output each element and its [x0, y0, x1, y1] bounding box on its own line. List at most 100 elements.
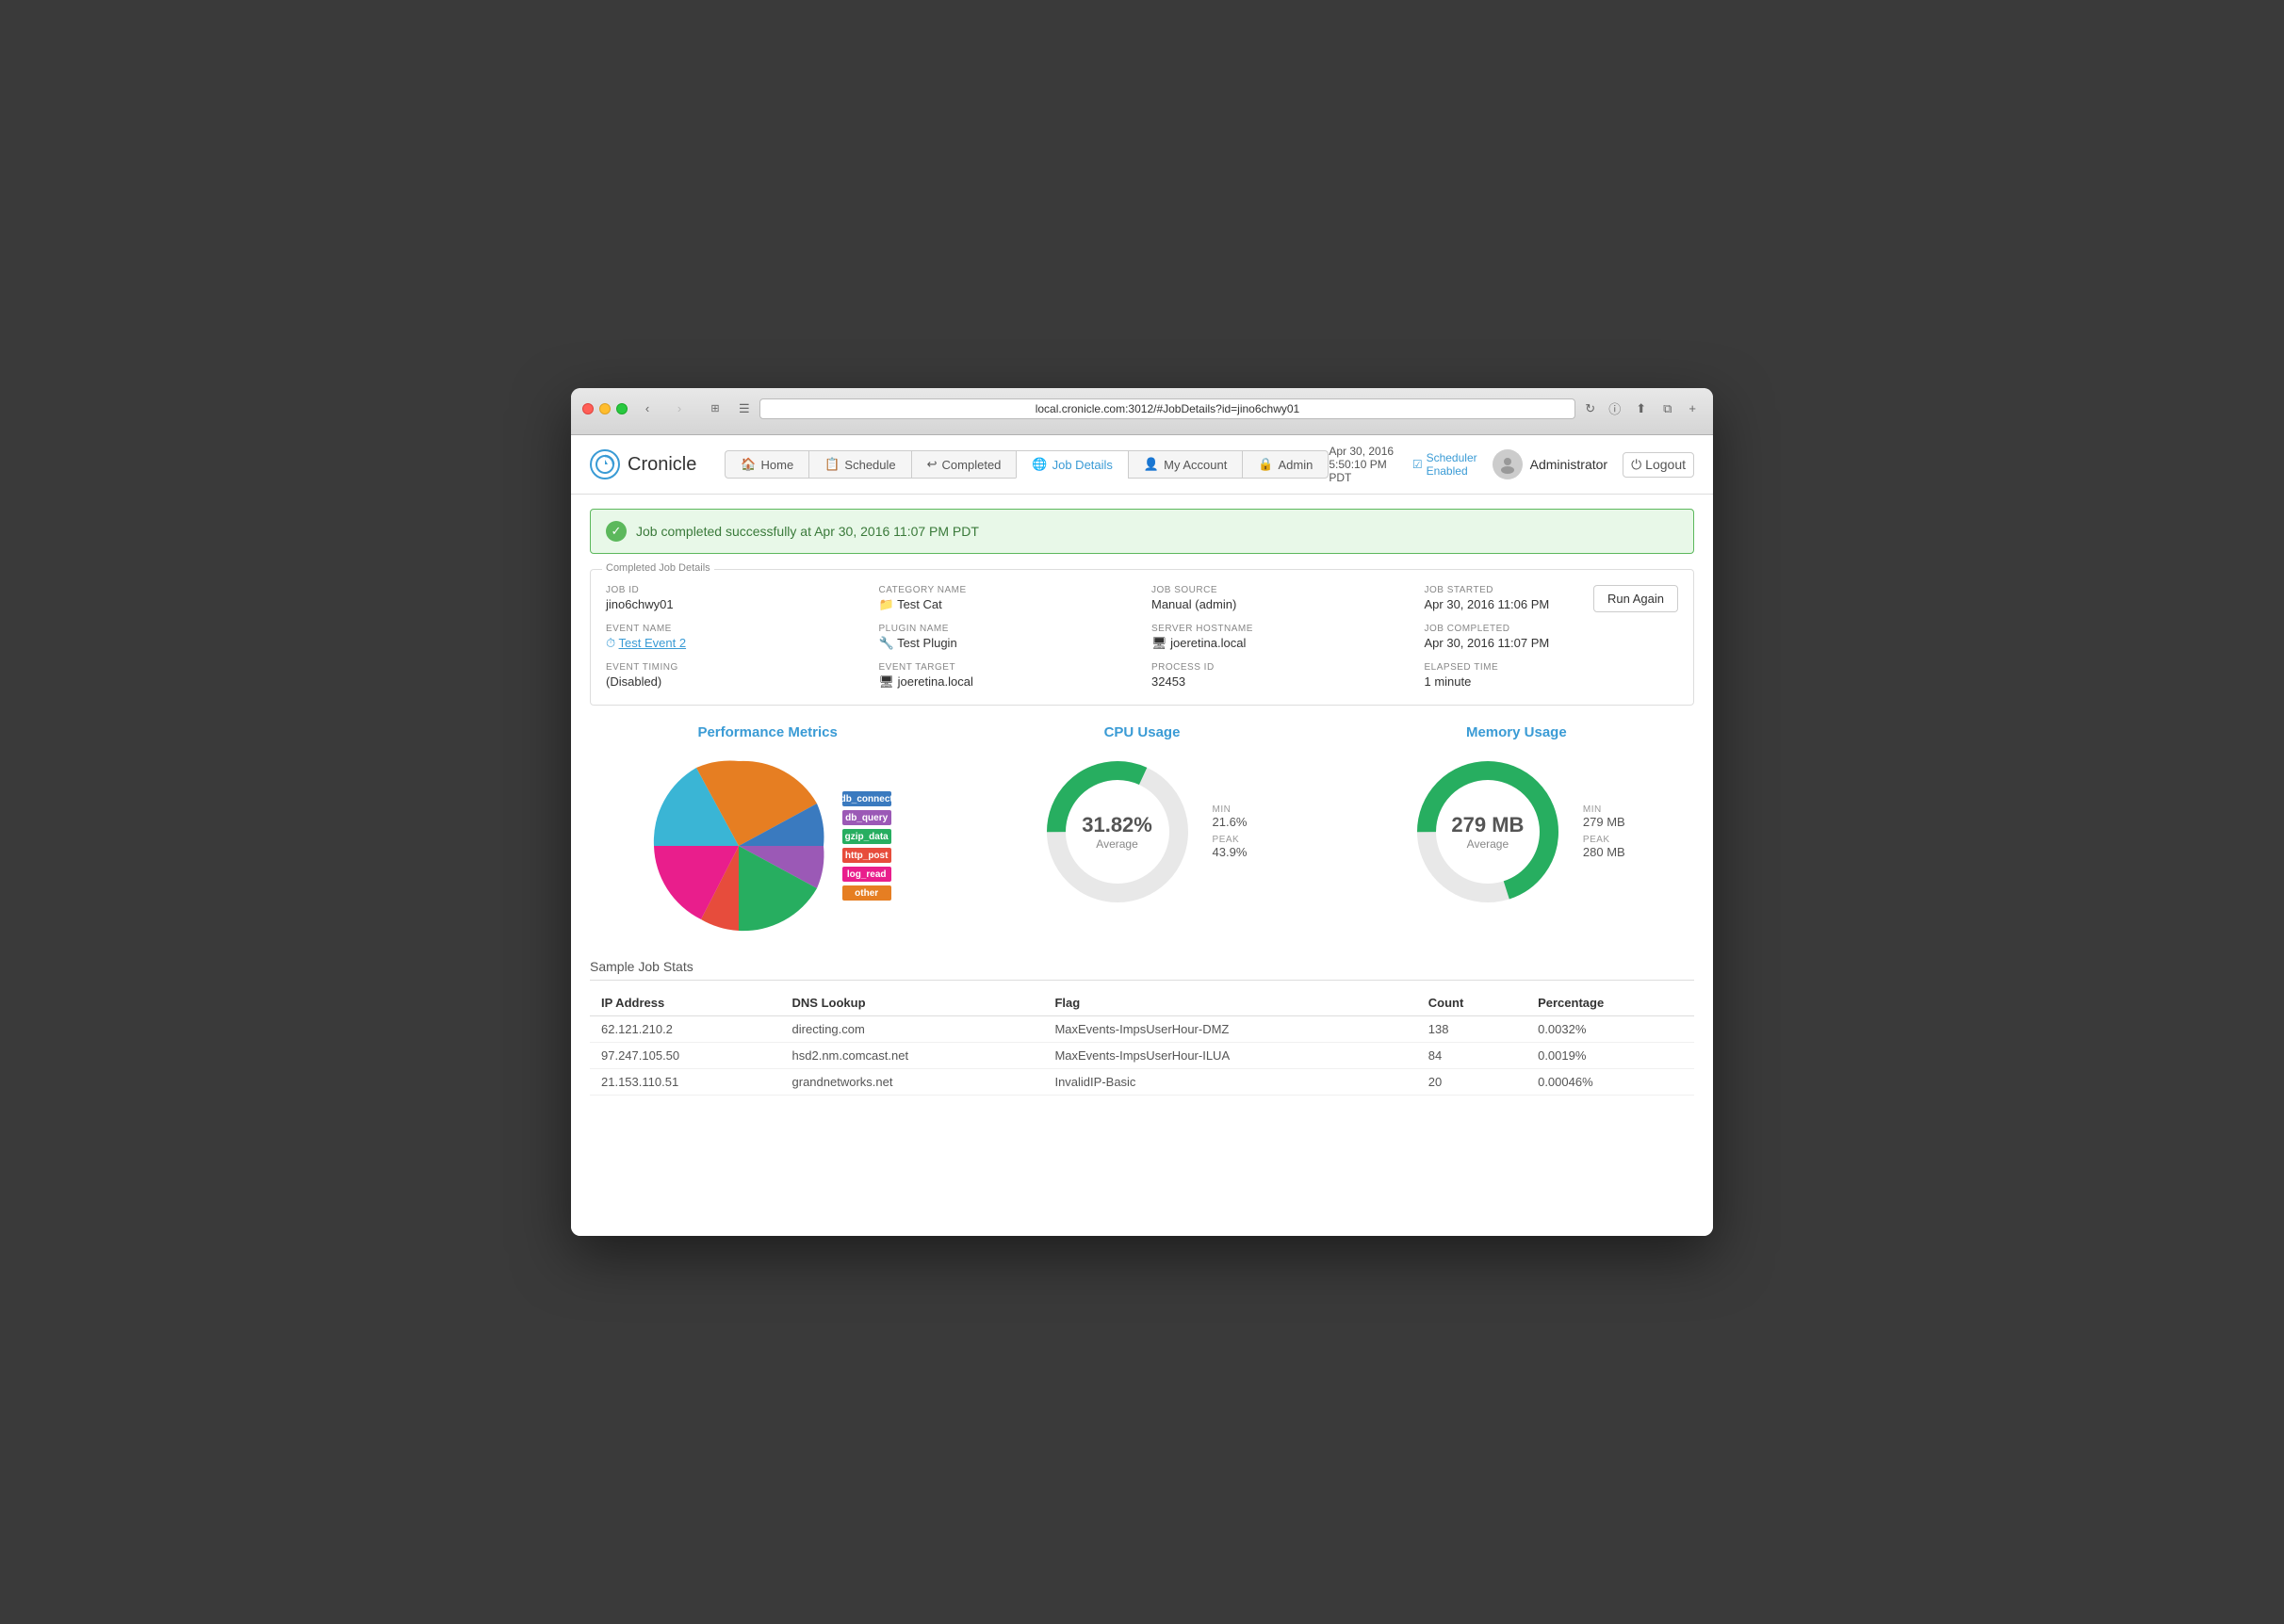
field-event-name: EVENT NAME ⏱ Test Event 2	[606, 624, 860, 651]
legend-log-read: log_read	[842, 867, 891, 882]
maximize-button[interactable]	[616, 403, 628, 414]
cell-dns: hsd2.nm.comcast.net	[781, 1043, 1044, 1069]
field-event-target: EVENT TARGET 🖥 joeretina.local	[879, 662, 1134, 690]
my-account-icon: 👤	[1144, 457, 1159, 472]
logo: Cronicle	[590, 449, 696, 479]
browser-chrome: ‹ › ⊞ ☰ local.cronicle.com:3012/#JobDeta…	[571, 388, 1713, 435]
col-flag: Flag	[1043, 990, 1416, 1016]
nav-tabs: 🏠 Home 📋 Schedule ↩ Completed 🌐 Job Deta…	[725, 450, 1329, 479]
field-job-completed: JOB COMPLETED Apr 30, 2016 11:07 PM	[1425, 624, 1679, 651]
tab-my-account[interactable]: 👤 My Account	[1128, 450, 1242, 479]
main-content: ✓ Job completed successfully at Apr 30, …	[571, 495, 1713, 1110]
job-details-title: Completed Job Details	[602, 562, 714, 574]
memory-usage-title: Memory Usage	[1466, 724, 1567, 740]
cpu-average-label: Average	[1082, 837, 1152, 851]
reload-button[interactable]: ☰	[735, 399, 754, 418]
cpu-average-value: 31.82%	[1082, 813, 1152, 837]
tab-completed[interactable]: ↩ Completed	[911, 450, 1017, 479]
new-window-button[interactable]: ⧉	[1657, 399, 1677, 418]
address-bar[interactable]: local.cronicle.com:3012/#JobDetails?id=j…	[759, 398, 1576, 419]
job-details-grid: JOB ID jino6chwy01 CATEGORY NAME 📁 Test …	[606, 585, 1678, 690]
legend-gzip-data: gzip_data	[842, 829, 891, 844]
cell-flag: MaxEvents-ImpsUserHour-ILUA	[1043, 1043, 1416, 1069]
pie-chart	[644, 752, 833, 940]
cell-count: 138	[1417, 1016, 1526, 1043]
username: Administrator	[1530, 457, 1607, 472]
home-icon: 🏠	[741, 457, 756, 472]
traffic-lights	[582, 403, 628, 414]
tab-schedule[interactable]: 📋 Schedule	[808, 450, 910, 479]
schedule-icon: 📋	[824, 457, 840, 472]
run-again-button[interactable]: Run Again	[1593, 585, 1678, 612]
event-name-link[interactable]: Test Event 2	[619, 636, 687, 650]
legend-db-query: db_query	[842, 810, 891, 825]
success-text: Job completed successfully at Apr 30, 20…	[636, 524, 979, 539]
cell-ip: 97.247.105.50	[590, 1043, 781, 1069]
tab-admin[interactable]: 🔒 Admin	[1242, 450, 1329, 479]
avatar	[1493, 449, 1523, 479]
cell-percentage: 0.00046%	[1526, 1069, 1694, 1096]
back-button[interactable]: ‹	[635, 400, 660, 417]
memory-average-label: Average	[1451, 837, 1524, 851]
share-button[interactable]: ⬆	[1630, 399, 1652, 418]
logo-text: Cronicle	[628, 454, 696, 476]
cell-percentage: 0.0032%	[1526, 1016, 1694, 1043]
completed-icon: ↩	[927, 457, 938, 472]
target-icon: 🖥	[879, 674, 898, 689]
stats-title: Sample Job Stats	[590, 959, 1694, 981]
field-elapsed-time: ELAPSED TIME 1 minute	[1425, 662, 1679, 690]
cpu-usage-title: CPU Usage	[1104, 724, 1181, 740]
col-percentage: Percentage	[1526, 990, 1694, 1016]
field-category-name: CATEGORY NAME 📁 Test Cat	[879, 585, 1134, 612]
field-plugin-name: PLUGIN NAME 🔧 Test Plugin	[879, 624, 1134, 651]
tab-view-button[interactable]: ⊞	[703, 400, 727, 417]
tab-job-details[interactable]: 🌐 Job Details	[1016, 450, 1128, 479]
logo-icon	[590, 449, 620, 479]
browser-window: ‹ › ⊞ ☰ local.cronicle.com:3012/#JobDeta…	[571, 388, 1713, 1236]
cell-flag: InvalidIP-Basic	[1043, 1069, 1416, 1096]
legend-db-connect: db_connect	[842, 791, 891, 806]
cell-dns: grandnetworks.net	[781, 1069, 1044, 1096]
field-event-timing: EVENT TIMING (Disabled)	[606, 662, 860, 690]
top-bar: Cronicle 🏠 Home 📋 Schedule ↩ Completed 🌐	[571, 435, 1713, 495]
cell-percentage: 0.0019%	[1526, 1043, 1694, 1069]
table-header-row: IP Address DNS Lookup Flag Count Percent…	[590, 990, 1694, 1016]
cell-count: 20	[1417, 1069, 1526, 1096]
cell-flag: MaxEvents-ImpsUserHour-DMZ	[1043, 1016, 1416, 1043]
cpu-donut-center: 31.82% Average	[1082, 813, 1152, 851]
table-row: 21.153.110.51 grandnetworks.net InvalidI…	[590, 1069, 1694, 1096]
user-info: Administrator	[1493, 449, 1607, 479]
logout-button[interactable]: ⏻ Logout	[1623, 452, 1694, 478]
power-icon: ⏻	[1631, 457, 1641, 473]
cpu-donut-chart: 31.82% Average	[1037, 752, 1198, 912]
info-button[interactable]: ⓘ	[1605, 398, 1624, 419]
job-details-box: Completed Job Details Run Again JOB ID j…	[590, 569, 1694, 706]
refresh-button[interactable]: ↻	[1581, 399, 1599, 418]
memory-usage-panel: Memory Usage 279 MB Average	[1339, 724, 1694, 940]
field-job-source: JOB SOURCE Manual (admin)	[1151, 585, 1406, 612]
field-server-hostname: SERVER HOSTNAME 🖥 joeretina.local	[1151, 624, 1406, 651]
performance-metrics-title: Performance Metrics	[697, 724, 837, 740]
folder-icon: 📁	[879, 597, 898, 611]
metrics-row: Performance Metrics	[590, 724, 1694, 940]
memory-donut-center: 279 MB Average	[1451, 813, 1524, 851]
cell-count: 84	[1417, 1043, 1526, 1069]
success-icon: ✓	[606, 521, 627, 542]
check-icon: ☑	[1412, 458, 1423, 471]
minimize-button[interactable]	[599, 403, 611, 414]
plugin-icon: 🔧	[879, 636, 898, 650]
col-ip: IP Address	[590, 990, 781, 1016]
close-button[interactable]	[582, 403, 594, 414]
new-tab-button[interactable]: +	[1683, 399, 1702, 417]
pie-legend: db_connect db_query gzip_data http_post	[842, 791, 891, 901]
forward-button[interactable]: ›	[667, 400, 692, 417]
cell-dns: directing.com	[781, 1016, 1044, 1043]
cpu-usage-panel: CPU Usage 31.82% Average	[964, 724, 1319, 940]
col-count: Count	[1417, 990, 1526, 1016]
field-process-id: PROCESS ID 32453	[1151, 662, 1406, 690]
legend-http-post: http_post	[842, 848, 891, 863]
app-content: Cronicle 🏠 Home 📋 Schedule ↩ Completed 🌐	[571, 435, 1713, 1236]
tab-home[interactable]: 🏠 Home	[725, 450, 808, 479]
performance-metrics-panel: Performance Metrics	[590, 724, 945, 940]
memory-donut-chart: 279 MB Average	[1408, 752, 1568, 912]
